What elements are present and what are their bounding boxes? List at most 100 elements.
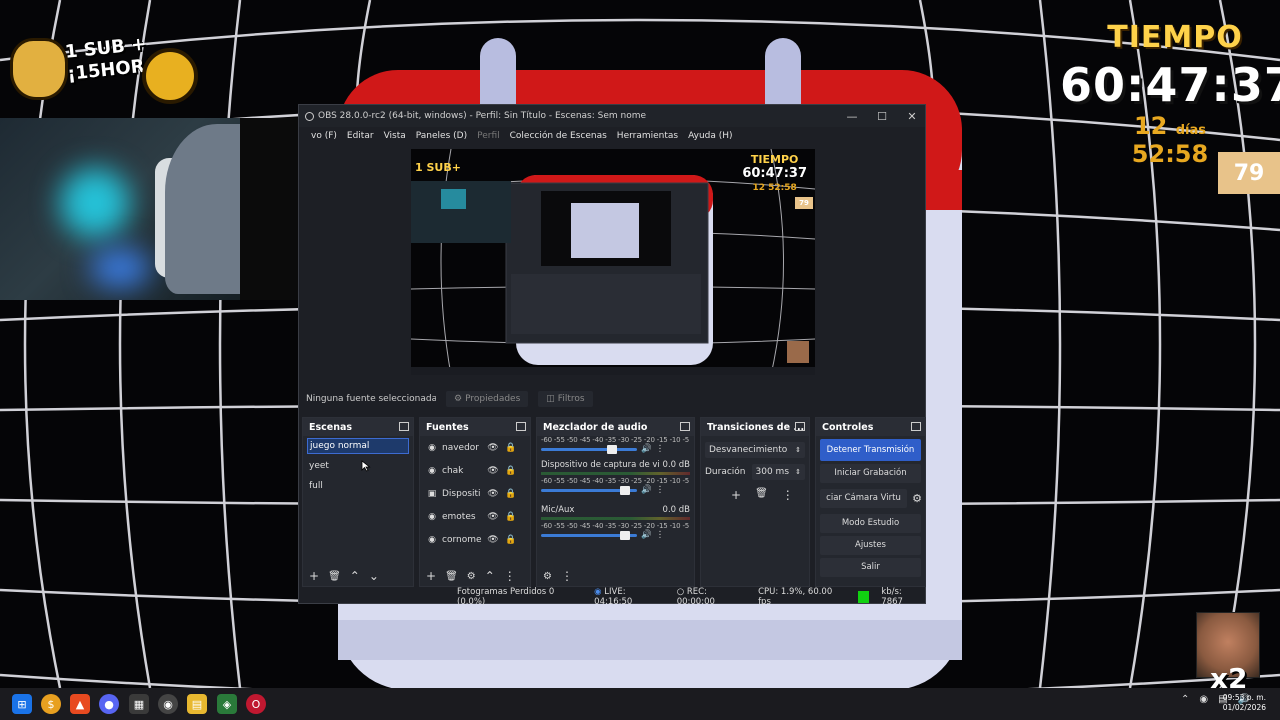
- file-explorer-icon[interactable]: ▤: [187, 694, 207, 714]
- slider-knob[interactable]: [607, 444, 617, 454]
- scene-item-full[interactable]: full: [303, 476, 413, 496]
- scenes-footer: + 🗑 ⌃ ⌄: [303, 566, 413, 586]
- studio-mode-button[interactable]: Modo Estudio: [820, 514, 921, 533]
- lock-icon[interactable]: 🔒: [504, 466, 518, 476]
- add-source-button[interactable]: +: [426, 569, 436, 583]
- menu-tools[interactable]: Herramientas: [617, 131, 678, 141]
- more-options-icon[interactable]: ⋮: [656, 530, 665, 540]
- volume-slider[interactable]: 🔊 ⋮: [541, 444, 690, 454]
- menu-help[interactable]: Ayuda (H): [688, 131, 732, 141]
- slider-knob[interactable]: [620, 530, 630, 540]
- system-clock[interactable]: 09:53 p. m. 01/02/2026: [1223, 693, 1266, 713]
- eye-icon[interactable]: 👁: [486, 489, 500, 499]
- remove-transition-icon[interactable]: 🗑: [755, 488, 768, 502]
- add-transition-button[interactable]: +: [731, 488, 741, 502]
- menu-scene-collection[interactable]: Colección de Escenas: [510, 131, 607, 141]
- gamepad-icon[interactable]: ◈: [217, 694, 237, 714]
- transition-select[interactable]: Desvanecimiento ⇕: [705, 442, 805, 458]
- menu-file[interactable]: vo (F): [311, 131, 337, 141]
- slider-knob[interactable]: [620, 485, 630, 495]
- eye-icon[interactable]: 👁: [486, 512, 500, 522]
- start-recording-button[interactable]: Iniciar Grabación: [820, 464, 921, 483]
- bitrate: kb/s: 7867: [881, 587, 903, 607]
- maximize-button[interactable]: ☐: [867, 105, 897, 127]
- add-scene-button[interactable]: +: [309, 569, 319, 583]
- discord-icon[interactable]: ●: [99, 694, 119, 714]
- transitions-dock: Transiciones de ... Desvanecimiento ⇕ Du…: [700, 417, 810, 587]
- source-item[interactable]: ▣ Dispositi 👁 🔒: [420, 482, 530, 505]
- preview-taskbar: [411, 367, 815, 375]
- move-down-icon[interactable]: ⌄: [369, 569, 379, 583]
- speaker-icon[interactable]: 🔊: [641, 485, 652, 495]
- filters-button[interactable]: ◫ Filtros: [538, 391, 593, 407]
- scene-item-juego-normal[interactable]: juego normal: [307, 438, 409, 454]
- menu-view[interactable]: Vista: [384, 131, 406, 141]
- undock-icon[interactable]: [399, 422, 409, 431]
- volume-slider[interactable]: 🔊 ⋮: [541, 530, 690, 540]
- source-item[interactable]: ◉ emotes 👁 🔒: [420, 505, 530, 528]
- move-up-icon[interactable]: ⌃: [350, 569, 360, 583]
- mixer-title: Mezclador de audio: [543, 421, 648, 433]
- close-button[interactable]: ✕: [897, 105, 927, 127]
- obs-titlebar[interactable]: OBS 28.0.0-rc2 (64-bit, windows) - Perfi…: [299, 105, 925, 127]
- settings-button[interactable]: Ajustes: [820, 536, 921, 555]
- more-options-icon[interactable]: ⋮: [504, 569, 516, 583]
- store-icon[interactable]: ▦: [129, 694, 149, 714]
- more-options-icon[interactable]: ⋮: [656, 485, 665, 495]
- more-options-icon[interactable]: ⋮: [656, 444, 665, 454]
- start-virtual-camera-button[interactable]: ciar Cámara Virtu: [820, 489, 907, 508]
- obs-taskbar-icon[interactable]: ◉: [158, 694, 178, 714]
- eye-icon[interactable]: 👁: [486, 535, 500, 545]
- source-item[interactable]: ◉ cornome 👁 🔒: [420, 528, 530, 551]
- opera-icon[interactable]: O: [246, 694, 266, 714]
- lock-icon[interactable]: 🔒: [504, 512, 518, 522]
- move-up-icon[interactable]: ⌃: [485, 569, 495, 583]
- timer-days-number: 12: [1133, 112, 1168, 140]
- duration-spinbox[interactable]: 300 ms ⇕: [751, 464, 805, 480]
- undock-icon[interactable]: [795, 422, 805, 431]
- source-item[interactable]: ◉ chak 👁 🔒: [420, 459, 530, 482]
- properties-button[interactable]: ⚙ Propiedades: [446, 391, 529, 407]
- menu-edit[interactable]: Editar: [347, 131, 374, 141]
- more-options-icon[interactable]: ⋮: [782, 488, 794, 502]
- broadcast-icon: ◉: [594, 587, 602, 597]
- lock-icon[interactable]: 🔒: [504, 489, 518, 499]
- speaker-icon[interactable]: 🔊: [641, 530, 652, 540]
- spinner-icon[interactable]: ⇕: [795, 468, 801, 476]
- chevron-up-icon[interactable]: ⌃: [1181, 694, 1189, 705]
- coin-app-icon[interactable]: $: [41, 694, 61, 714]
- obs-app-icon: [305, 111, 314, 121]
- stop-streaming-button[interactable]: Detener Transmisión: [820, 439, 921, 461]
- undock-icon[interactable]: [680, 422, 690, 431]
- brave-browser-icon[interactable]: ▲: [70, 694, 90, 714]
- eye-icon[interactable]: 👁: [486, 466, 500, 476]
- lock-icon[interactable]: 🔒: [504, 535, 518, 545]
- filters-label: Filtros: [557, 394, 585, 404]
- speaker-icon[interactable]: 🔊: [641, 444, 652, 454]
- menu-docks[interactable]: Paneles (D): [416, 131, 467, 141]
- exit-button[interactable]: Salir: [820, 558, 921, 577]
- source-item[interactable]: ◉ navedor 👁 🔒: [420, 436, 530, 459]
- microphone-icon[interactable]: ◉: [1199, 694, 1208, 705]
- minimize-button[interactable]: —: [837, 105, 867, 127]
- chevron-updown-icon: ⇕: [795, 446, 801, 454]
- advanced-audio-icon[interactable]: ⚙: [543, 571, 552, 582]
- source-settings-icon[interactable]: ⚙: [467, 571, 476, 582]
- preview-canvas[interactable]: 1 SUB+ TIEMPO 60:47:37 12 52:58 79: [411, 149, 815, 375]
- gear-icon[interactable]: ⚙: [909, 492, 925, 505]
- eye-icon[interactable]: 👁: [486, 443, 500, 453]
- timer-sub-time: 52:58: [1131, 140, 1209, 168]
- windows-start-icon[interactable]: ⊞: [12, 694, 32, 714]
- globe-icon: ◉: [428, 511, 436, 522]
- remove-scene-icon[interactable]: 🗑: [328, 571, 341, 582]
- remove-source-icon[interactable]: 🗑: [445, 571, 458, 582]
- lock-icon[interactable]: 🔒: [504, 443, 518, 453]
- menu-profile[interactable]: Perfil: [477, 131, 500, 141]
- undock-icon[interactable]: [911, 422, 921, 431]
- mixer-channel-top: -60 -55 -50 -45 -40 -35 -30 -25 -20 -15 …: [537, 436, 694, 454]
- undock-icon[interactable]: [516, 422, 526, 431]
- more-options-icon[interactable]: ⋮: [561, 569, 573, 583]
- scene-item-yeet[interactable]: yeet: [303, 456, 413, 476]
- channel-db: 0.0 dB: [662, 460, 690, 470]
- volume-slider[interactable]: 🔊 ⋮: [541, 485, 690, 495]
